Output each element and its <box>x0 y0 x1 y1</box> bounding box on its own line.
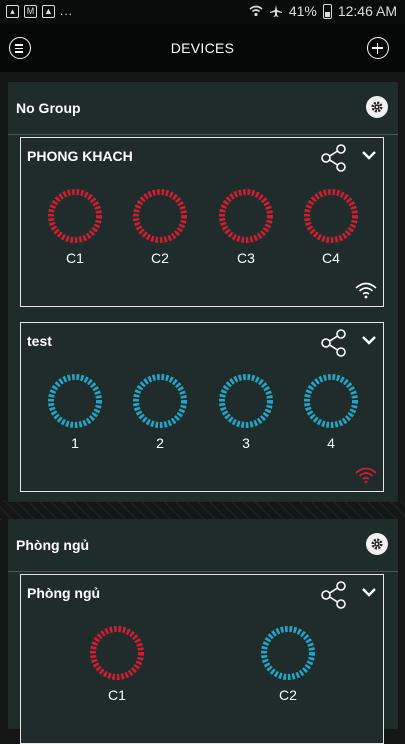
gear-icon <box>371 538 383 550</box>
group-no-group: No Group PHONG KHACH C1 C2 C3 C4 test 1 … <box>8 82 398 502</box>
group-title: Phòng ngủ <box>16 537 90 553</box>
device-name: PHONG KHACH <box>27 148 133 164</box>
mail-icon: M <box>24 4 37 18</box>
page-title: DEVICES <box>170 40 235 56</box>
channel-label: C2 <box>279 687 297 703</box>
channel-label: C1 <box>108 687 126 703</box>
channel-ring-4[interactable] <box>303 373 359 429</box>
channel-ring-1[interactable] <box>47 373 103 429</box>
device-card-phong-ngu[interactable]: Phòng ngủ C1 C2 <box>20 574 384 744</box>
group-settings-button[interactable] <box>366 96 388 118</box>
battery-percent: 41% <box>288 3 317 19</box>
channel-label: 3 <box>242 435 250 451</box>
group-phong-ngu: Phòng ngủ Phòng ngủ C1 C2 <box>8 519 398 744</box>
channel-ring-c1[interactable] <box>89 625 145 681</box>
group-title: No Group <box>16 100 81 116</box>
group-settings-button[interactable] <box>366 533 388 555</box>
menu-button[interactable] <box>9 37 31 59</box>
wifi-status-icon <box>249 5 263 17</box>
channel-ring-c4[interactable] <box>303 188 359 244</box>
wifi-connected-icon <box>355 282 377 299</box>
share-icon[interactable] <box>321 329 349 357</box>
chevron-down-icon[interactable] <box>361 150 377 162</box>
group-header: Phòng ngủ <box>8 519 398 572</box>
device-card-test[interactable]: test 1 2 3 4 <box>20 322 384 492</box>
share-icon[interactable] <box>321 144 349 172</box>
share-icon[interactable] <box>321 581 349 609</box>
battery-icon <box>322 3 332 19</box>
add-device-button[interactable] <box>367 37 389 59</box>
channel-label: C3 <box>237 250 255 266</box>
channel-ring-c3[interactable] <box>218 188 274 244</box>
top-bar: DEVICES <box>0 24 405 72</box>
group-header: No Group <box>8 82 398 135</box>
notification-icon: ▴ <box>6 4 19 18</box>
channel-label: C2 <box>151 250 169 266</box>
status-bar: ▴ M ▲ ... 41% 12:46 AM <box>0 0 405 24</box>
device-name: test <box>27 333 52 349</box>
background-pattern <box>0 500 405 520</box>
channel-label: 1 <box>71 435 79 451</box>
chevron-down-icon[interactable] <box>361 335 377 347</box>
chevron-down-icon[interactable] <box>361 587 377 599</box>
device-name: Phòng ngủ <box>27 585 101 601</box>
airplane-icon <box>269 5 282 17</box>
channel-ring-3[interactable] <box>218 373 274 429</box>
wifi-disconnected-icon <box>355 467 377 484</box>
device-card-phong-khach[interactable]: PHONG KHACH C1 C2 C3 C4 <box>20 137 384 307</box>
channel-ring-c1[interactable] <box>47 188 103 244</box>
channel-label: C4 <box>322 250 340 266</box>
channel-label: 2 <box>156 435 164 451</box>
channel-ring-c2[interactable] <box>260 625 316 681</box>
more-notifications: ... <box>60 4 74 18</box>
channel-ring-2[interactable] <box>132 373 188 429</box>
image-icon: ▲ <box>42 4 55 18</box>
channel-label: C1 <box>66 250 84 266</box>
gear-icon <box>371 101 383 113</box>
channel-label: 4 <box>327 435 335 451</box>
clock: 12:46 AM <box>337 3 397 19</box>
channel-ring-c2[interactable] <box>132 188 188 244</box>
